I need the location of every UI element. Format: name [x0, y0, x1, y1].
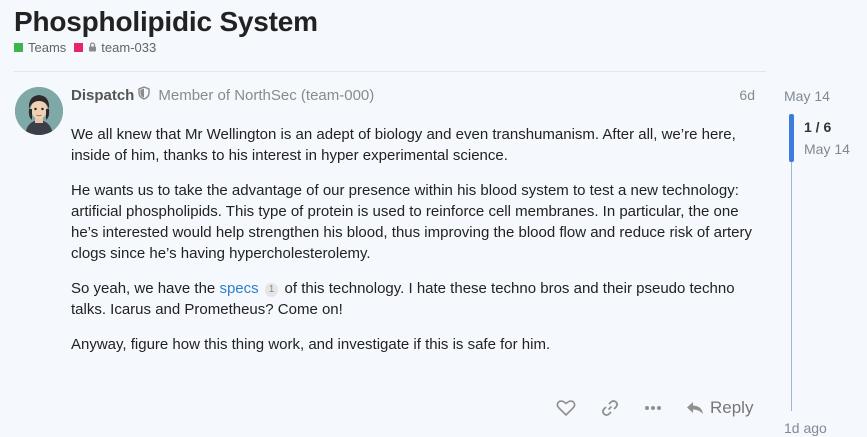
post-body: We all knew that Mr Wellington is an ade… — [71, 124, 761, 369]
copy-link-button[interactable] — [600, 398, 620, 418]
post-paragraph: He wants us to take the advantage of our… — [71, 182, 752, 262]
avatar[interactable] — [15, 87, 63, 135]
post-actions: Reply — [556, 398, 753, 418]
category-color-swatch — [14, 43, 23, 52]
timeline-current-date: May 14 — [804, 141, 850, 157]
post-paragraph: Anyway, figure how this thing work, and … — [71, 336, 551, 353]
like-button[interactable] — [556, 399, 576, 417]
category-label: Teams — [28, 40, 67, 55]
heart-icon — [556, 400, 576, 416]
post-age[interactable]: 6d — [739, 87, 755, 103]
moderator-shield-icon — [138, 86, 151, 104]
topic-title[interactable]: Phospholipidic System — [14, 6, 318, 38]
ellipsis-icon — [645, 406, 661, 410]
topic-categories: Teams team-033 — [14, 40, 164, 55]
category-color-swatch — [74, 43, 84, 52]
reply-icon — [687, 402, 703, 414]
post-user-title: Member of NorthSec (team-000) — [158, 86, 375, 104]
timeline-position: 1 / 6 — [804, 119, 832, 135]
post-username[interactable]: Dispatch — [71, 87, 134, 104]
post-paragraph: We all knew that Mr Wellington is an ade… — [71, 126, 736, 164]
link-click-count-badge: 1 — [264, 283, 279, 297]
more-actions-button[interactable] — [644, 405, 662, 411]
category-label: team-033 — [101, 40, 157, 55]
post-paragraph: So yeah, we have the specs 1 of this tec… — [71, 278, 761, 320]
lock-icon — [88, 40, 97, 55]
reply-button[interactable]: Reply — [686, 398, 753, 418]
timeline-end-date[interactable]: 1d ago — [784, 420, 827, 436]
title-divider — [14, 71, 766, 72]
post-meta: Dispatch Member of NorthSec (team-000) 6… — [71, 86, 755, 104]
category-badge-team-033[interactable]: team-033 — [74, 40, 156, 55]
timeline-start-date[interactable]: May 14 — [784, 88, 830, 104]
timeline-handle[interactable] — [789, 114, 794, 162]
category-badge-teams[interactable]: Teams — [14, 40, 66, 55]
paragraph-text: So yeah, we have the — [71, 280, 220, 297]
specs-link[interactable]: specs — [219, 280, 258, 297]
reply-label: Reply — [710, 398, 754, 417]
link-icon — [602, 400, 618, 416]
